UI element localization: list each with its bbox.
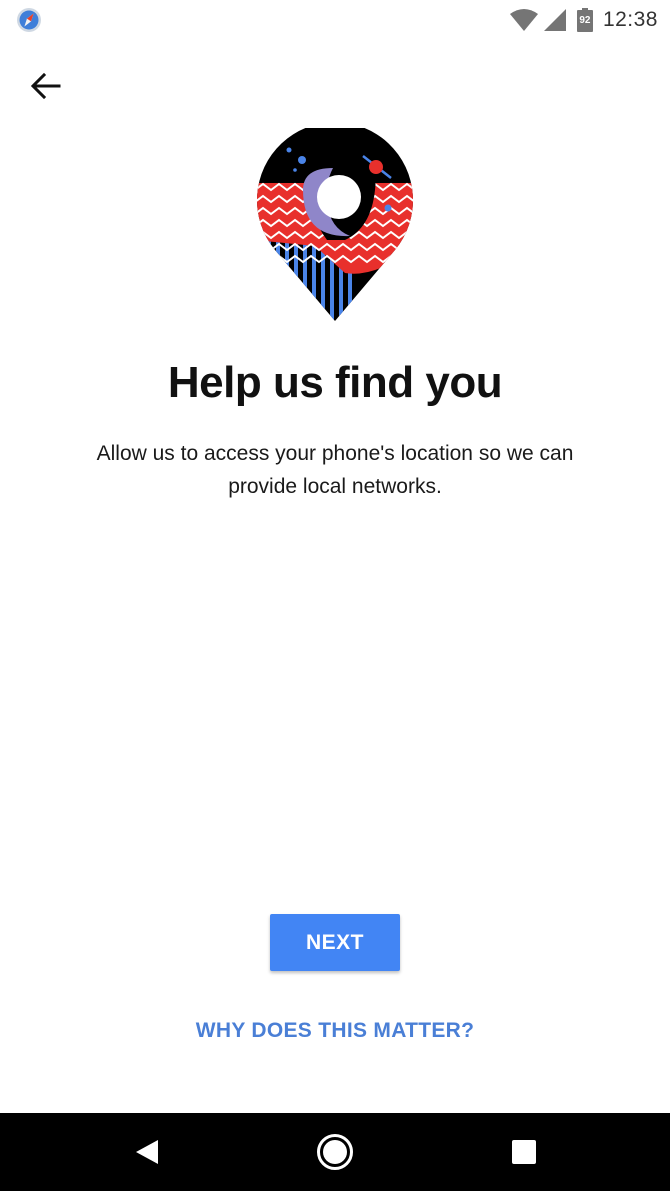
nav-recents-icon[interactable] [504, 1132, 544, 1172]
wifi-icon [509, 9, 538, 31]
cell-signal-icon [543, 9, 566, 31]
nav-home-icon[interactable] [315, 1132, 355, 1172]
back-button[interactable] [24, 66, 68, 106]
next-button[interactable]: NEXT [270, 914, 400, 971]
status-indicators: 92 12:38 [509, 6, 658, 34]
compass-app-icon [17, 8, 41, 32]
battery-level: 92 [579, 15, 591, 26]
arrow-left-icon [31, 73, 61, 99]
location-pin-illustration [257, 128, 414, 321]
battery-icon: 92 [576, 8, 593, 32]
page-description: Allow us to access your phone's location… [96, 442, 574, 498]
status-time: 12:38 [602, 8, 658, 31]
status-bar: 92 12:38 [0, 0, 670, 40]
page-title: Help us find you [167, 358, 503, 407]
nav-back-icon[interactable] [127, 1132, 167, 1172]
why-does-this-matter-link[interactable]: WHY DOES THIS MATTER? [0, 1019, 670, 1043]
navigation-bar [0, 1113, 670, 1191]
